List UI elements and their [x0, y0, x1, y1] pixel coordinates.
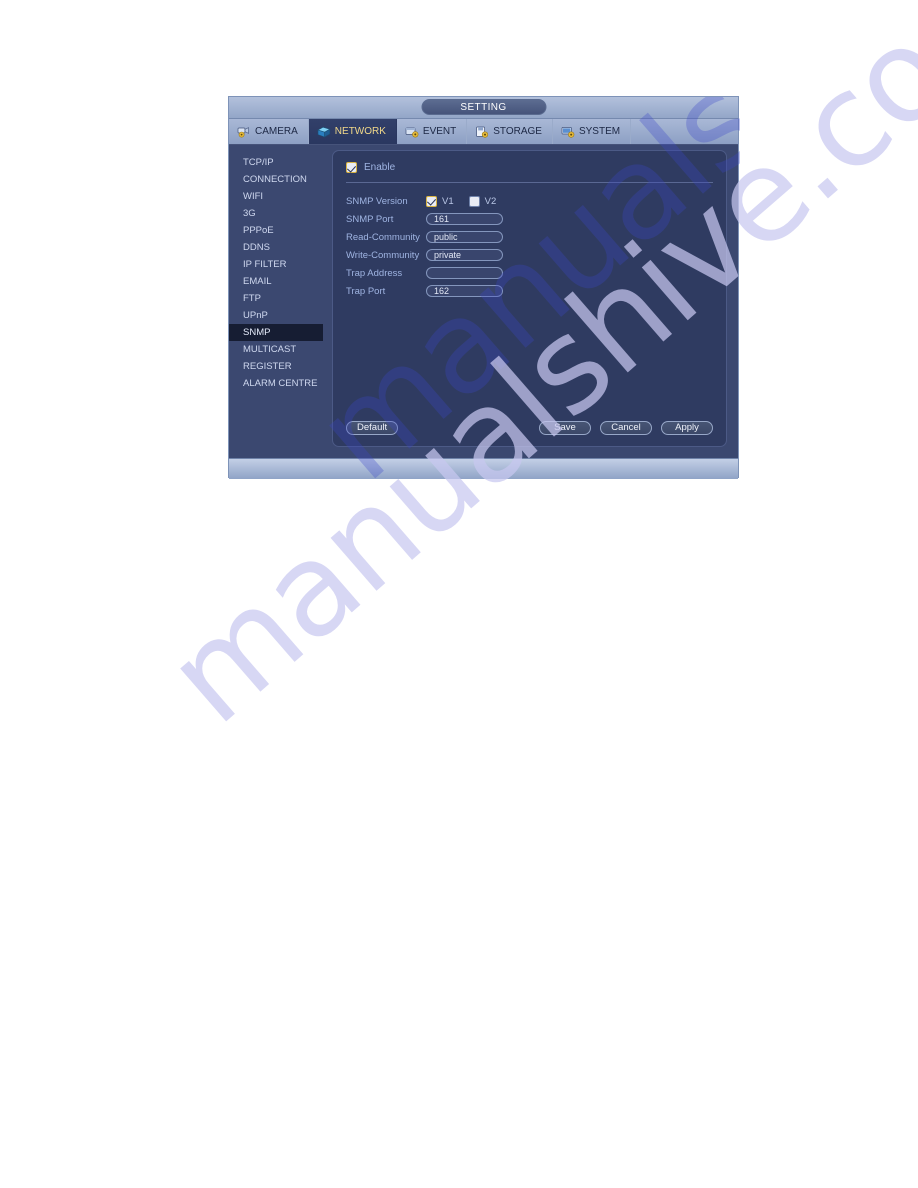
window-footer [229, 458, 738, 479]
tab-network[interactable]: NETWORK [308, 119, 397, 144]
enable-label: Enable [364, 162, 396, 173]
button-bar: Default Save Cancel Apply [346, 421, 713, 435]
read-community-label: Read-Community [346, 231, 420, 243]
sidebar-item-pppoe[interactable]: PPPoE [229, 222, 323, 239]
event-icon [405, 126, 419, 138]
sidebar-item-3g[interactable]: 3G [229, 205, 323, 222]
storage-icon [475, 126, 489, 138]
snmp-port-label: SNMP Port [346, 213, 394, 225]
network-sidebar[interactable]: TCP/IP CONNECTION WIFI 3G PPPoE DDNS IP … [229, 145, 323, 458]
setting-window: SETTING CAMERA NETWORK EVENT STORAGE SYS… [228, 96, 740, 479]
sidebar-item-register[interactable]: REGISTER [229, 358, 323, 375]
tab-system-label: SYSTEM [578, 126, 621, 137]
tab-camera[interactable]: CAMERA [229, 119, 309, 144]
enable-row[interactable]: Enable [346, 162, 713, 173]
sidebar-item-ddns[interactable]: DDNS [229, 239, 323, 256]
window-body: TCP/IP CONNECTION WIFI 3G PPPoE DDNS IP … [229, 145, 738, 458]
read-community-input[interactable] [426, 231, 503, 243]
sidebar-item-connection[interactable]: CONNECTION [229, 171, 323, 188]
tab-event[interactable]: EVENT [397, 119, 468, 144]
system-icon [561, 126, 575, 138]
default-button[interactable]: Default [346, 421, 399, 435]
sidebar-item-email[interactable]: EMAIL [229, 273, 323, 290]
sidebar-item-ftp[interactable]: FTP [229, 290, 323, 307]
section-divider [346, 182, 713, 183]
write-community-label: Write-Community [346, 249, 420, 261]
snmp-settings-panel: Enable SNMP Version V1 V2 SNMP Port 161 … [332, 150, 727, 447]
snmp-version-label: SNMP Version [346, 195, 408, 207]
tab-storage[interactable]: STORAGE [467, 119, 553, 144]
cancel-button[interactable]: Cancel [600, 421, 652, 435]
sidebar-item-tcpip[interactable]: TCP/IP [229, 154, 323, 171]
sidebar-item-wifi[interactable]: WIFI [229, 188, 323, 205]
apply-button[interactable]: Apply [661, 421, 713, 435]
write-community-input[interactable] [426, 249, 503, 261]
sidebar-item-alarm-centre[interactable]: ALARM CENTRE [229, 375, 323, 392]
main-tabbar[interactable]: CAMERA NETWORK EVENT STORAGE SYSTEM [229, 119, 738, 145]
tab-network-label: NETWORK [334, 126, 386, 137]
enable-checkbox[interactable] [346, 162, 357, 173]
primary-button-group: Save Cancel Apply [539, 421, 713, 435]
trap-port-input[interactable] [426, 285, 503, 297]
trap-address-row: Trap Address [346, 264, 713, 282]
snmp-version-row: SNMP Version V1 V2 [346, 192, 713, 210]
page-title: SETTING [421, 99, 546, 115]
tab-system[interactable]: SYSTEM [553, 119, 632, 144]
sidebar-item-upnp[interactable]: UPnP [229, 307, 323, 324]
tab-event-label: EVENT [422, 126, 457, 137]
snmp-port-row: SNMP Port [346, 210, 713, 228]
v1-label: V1 [442, 195, 454, 207]
tab-storage-label: STORAGE [493, 126, 542, 137]
v2-checkbox[interactable] [468, 195, 480, 207]
network-icon [317, 126, 331, 138]
sidebar-item-ip-filter[interactable]: IP FILTER [229, 256, 323, 273]
window-titlebar: SETTING [229, 97, 738, 119]
trap-address-input[interactable] [426, 267, 503, 279]
camera-icon [237, 126, 251, 138]
trap-port-row: Trap Port [346, 282, 713, 300]
write-community-row: Write-Community [346, 246, 713, 264]
tab-camera-label: CAMERA [255, 126, 298, 137]
snmp-version-options[interactable]: V1 V2 [426, 195, 497, 207]
sidebar-item-multicast[interactable]: MULTICAST [229, 341, 323, 358]
sidebar-item-snmp[interactable]: SNMP [229, 324, 323, 341]
v2-label: V2 [484, 195, 497, 207]
read-community-row: Read-Community [346, 228, 713, 246]
save-button[interactable]: Save [539, 421, 591, 435]
content-wrapper: Enable SNMP Version V1 V2 SNMP Port 161 … [323, 145, 738, 458]
snmp-port-input[interactable] [426, 213, 503, 225]
trap-address-label: Trap Address [346, 267, 403, 279]
v1-checkbox[interactable] [426, 195, 437, 207]
trap-port-label: Trap Port [346, 285, 386, 297]
